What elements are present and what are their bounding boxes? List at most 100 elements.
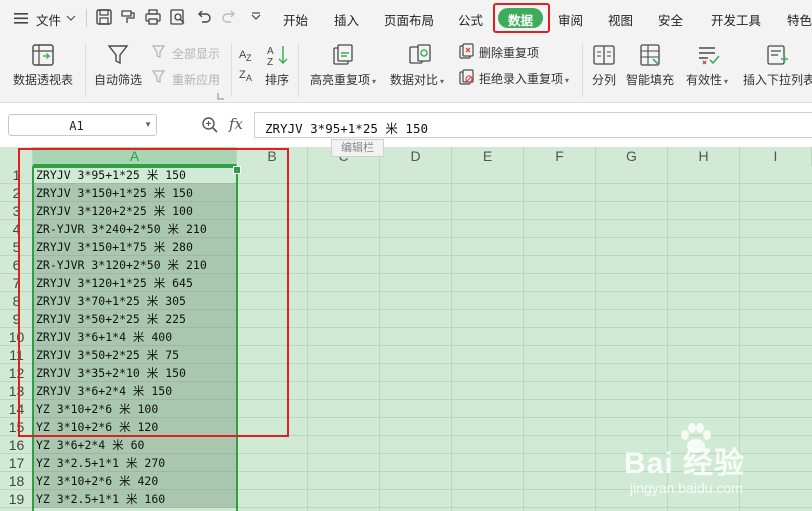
hamburger-icon[interactable] — [14, 12, 30, 25]
customize-dropdown-icon[interactable] — [247, 8, 265, 26]
gridline — [237, 363, 812, 364]
divider — [85, 43, 86, 97]
column-header-g[interactable]: G — [596, 147, 668, 166]
validity-icon[interactable] — [697, 43, 721, 67]
show-all-button[interactable]: 全部显示 — [172, 45, 220, 62]
sort-az-icon[interactable]: A Z Z A — [238, 44, 254, 84]
formula-input[interactable]: ZRYJV 3*95+1*25 米 150 — [254, 112, 812, 138]
highlight-duplicates-icon[interactable] — [331, 43, 355, 67]
data-compare-button[interactable]: 数据对比 ▾ — [390, 71, 444, 88]
watermark-brand: Bai 经验 — [624, 447, 746, 480]
column-header-i[interactable]: I — [740, 147, 812, 166]
smart-fill-icon[interactable] — [639, 43, 663, 67]
pivot-table-icon[interactable] — [31, 43, 55, 67]
svg-text:Z: Z — [267, 57, 273, 67]
tab-insert[interactable]: 插入 — [334, 10, 359, 29]
insert-dropdown-list-button[interactable]: 插入下拉列表 — [743, 71, 812, 88]
gridline — [237, 183, 812, 184]
gridline — [307, 166, 308, 511]
gridline — [237, 291, 812, 292]
reject-duplicates-label: 拒绝录入重复项 — [479, 72, 564, 86]
gridline — [237, 417, 812, 418]
reject-duplicates-button[interactable]: 拒绝录入重复项 ▾ — [479, 70, 569, 87]
save-icon[interactable] — [95, 8, 113, 26]
svg-text:A: A — [246, 73, 252, 83]
gridline — [237, 273, 812, 274]
auto-filter-button[interactable]: 自动筛选 — [94, 71, 142, 88]
tab-security[interactable]: 安全 — [658, 10, 683, 29]
svg-text:Z: Z — [239, 69, 246, 81]
tab-home[interactable]: 开始 — [283, 10, 308, 29]
row-header[interactable]: 18 — [0, 472, 33, 490]
print-icon[interactable] — [144, 8, 162, 26]
column-header-d[interactable]: D — [380, 147, 452, 166]
column-header-e[interactable]: E — [452, 147, 524, 166]
sort-button[interactable]: 排序 — [265, 71, 289, 88]
row-header[interactable]: 19 — [0, 490, 33, 508]
formula-bar-tooltip: 编辑栏 — [331, 139, 384, 157]
split-column-button[interactable]: 分列 — [592, 71, 616, 88]
highlight-box-range — [18, 148, 289, 437]
reapply-button[interactable]: 重新应用 — [172, 71, 220, 88]
tab-special[interactable]: 特色 — [787, 10, 812, 29]
insert-dropdown-list-icon[interactable] — [766, 43, 790, 67]
highlight-box-tab — [493, 3, 550, 33]
gridline — [451, 166, 452, 511]
gridline — [595, 166, 596, 511]
validity-label: 有效性 — [686, 73, 723, 87]
column-header-f[interactable]: F — [524, 147, 596, 166]
sort-icon[interactable]: A Z — [265, 43, 289, 67]
data-compare-icon[interactable] — [408, 43, 432, 67]
column-header-h[interactable]: H — [668, 147, 740, 166]
data-compare-label: 数据对比 — [390, 73, 439, 87]
gridline — [237, 381, 812, 382]
watermark: Bai 经验 jingyan.baidu.com — [620, 420, 810, 510]
cell-reference: A1 — [69, 119, 84, 133]
caret-down-icon: ▾ — [440, 77, 445, 86]
undo-icon[interactable] — [195, 8, 213, 26]
remove-duplicates-icon[interactable] — [459, 43, 475, 59]
gridline — [237, 399, 812, 400]
chevron-down-icon[interactable]: ▼ — [144, 120, 152, 129]
highlight-duplicates-label: 高亮重复项 — [310, 73, 371, 87]
chevron-down-icon[interactable] — [66, 14, 76, 22]
reapply-icon — [151, 70, 166, 83]
file-menu[interactable]: 文件 — [36, 10, 61, 29]
filter-icon[interactable] — [106, 43, 130, 67]
gridline — [237, 309, 812, 310]
svg-text:A: A — [267, 46, 274, 57]
divider — [86, 9, 87, 27]
highlight-duplicates-button[interactable]: 高亮重复项 ▾ — [310, 71, 376, 88]
redo-icon[interactable] — [220, 8, 238, 26]
tab-review[interactable]: 审阅 — [558, 10, 583, 29]
gridline — [237, 345, 812, 346]
caret-down-icon: ▾ — [565, 76, 570, 85]
divider — [582, 43, 583, 97]
show-all-icon — [151, 45, 166, 58]
format-painter-icon[interactable] — [119, 8, 137, 26]
tab-formulas[interactable]: 公式 — [458, 10, 483, 29]
watermark-site: jingyan.baidu.com — [630, 480, 743, 496]
pivot-table-button[interactable]: 数据透视表 — [13, 71, 73, 88]
gridline — [237, 255, 812, 256]
remove-duplicates-button[interactable]: 删除重复项 — [479, 44, 539, 61]
row-header[interactable]: 16 — [0, 436, 33, 454]
gridline — [237, 201, 812, 202]
zoom-icon[interactable] — [201, 116, 219, 134]
gridline — [523, 166, 524, 511]
tab-developer[interactable]: 开发工具 — [711, 10, 761, 29]
print-preview-icon[interactable] — [169, 8, 187, 26]
reject-duplicates-icon[interactable] — [459, 69, 475, 85]
gridline — [237, 327, 812, 328]
fx-icon[interactable]: fx — [229, 115, 243, 133]
smart-fill-button[interactable]: 智能填充 — [626, 71, 674, 88]
dialog-launcher-icon[interactable] — [217, 92, 225, 100]
validity-button[interactable]: 有效性 ▾ — [686, 71, 728, 88]
gridline — [237, 219, 812, 220]
tab-page-layout[interactable]: 页面布局 — [384, 10, 434, 29]
name-box[interactable]: A1 ▼ — [8, 114, 157, 136]
row-header[interactable]: 17 — [0, 454, 33, 472]
caret-down-icon: ▾ — [724, 77, 729, 86]
split-column-icon[interactable] — [592, 43, 616, 67]
tab-view[interactable]: 视图 — [608, 10, 633, 29]
